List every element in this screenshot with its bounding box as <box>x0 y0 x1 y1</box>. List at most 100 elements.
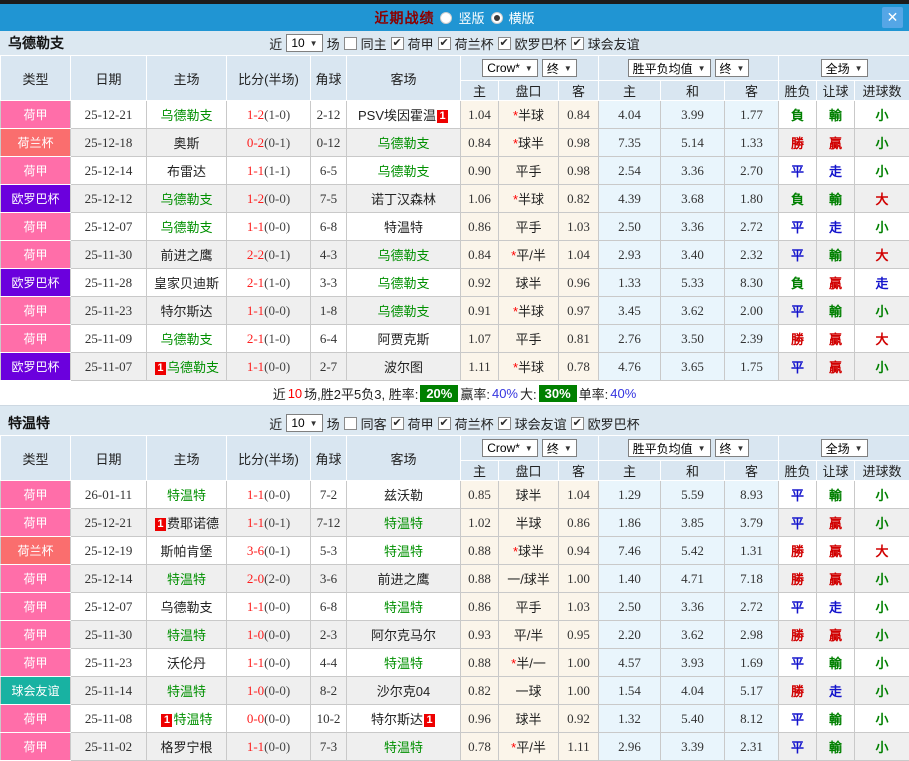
avg-odds-draw: 3.68 <box>661 185 725 213</box>
handicap-home-odds: 0.78 <box>461 733 499 761</box>
league-badge: 欧罗巴杯 <box>1 185 71 213</box>
league-checkbox-2[interactable]: ✔ <box>498 37 511 50</box>
match-row: 荷甲25-12-07乌德勒支1-1(0-0)6-8特温特0.86平手1.032.… <box>1 593 909 621</box>
column-header: 角球 <box>311 436 347 481</box>
chevron-down-icon: ▼ <box>525 64 533 73</box>
scope-select[interactable]: 全场▼ <box>821 59 868 77</box>
avg-odds-home: 2.50 <box>599 593 661 621</box>
handicap-away-odds: 0.86 <box>559 509 599 537</box>
rate-value: 40% <box>492 386 518 401</box>
handicap-away-odds: 0.94 <box>559 537 599 565</box>
column-header: 角球 <box>311 56 347 101</box>
wdl-stage-select[interactable]: 终▼ <box>715 59 750 77</box>
close-icon[interactable]: ✕ <box>882 7 903 28</box>
match-row: 荷甲25-12-07乌德勒支1-1(0-0)6-8特温特0.86平手1.032.… <box>1 213 909 241</box>
odds-company-select[interactable]: Crow*▼ <box>482 439 538 457</box>
wdl-average-select[interactable]: 胜平负均值▼ <box>628 59 711 77</box>
filter-bar: 近10▼场同主✔荷甲✔荷兰杯✔欧罗巴杯✔球会友谊 <box>269 34 639 53</box>
handicap-away-odds: 1.00 <box>559 649 599 677</box>
odds-stage-select[interactable]: 终▼ <box>542 59 577 77</box>
sub-column-header: 客 <box>725 461 779 481</box>
sub-column-header: 胜负 <box>779 81 817 101</box>
match-row: 荷甲25-12-14布雷达1-1(1-1)6-5乌德勒支0.90平手0.982.… <box>1 157 909 185</box>
score: 0-2(0-1) <box>227 129 311 157</box>
avg-odds-away: 2.72 <box>725 213 779 241</box>
handicap-home-odds: 0.96 <box>461 705 499 733</box>
matches-table: 类型日期主场比分(半场)角球客场Crow*▼终▼胜平负均值▼终▼全场▼主盘口客主… <box>0 55 909 381</box>
avg-odds-draw: 4.71 <box>661 565 725 593</box>
handicap-line: *半球 <box>499 353 559 381</box>
avg-odds-away: 3.79 <box>725 509 779 537</box>
handicap-away-odds: 0.97 <box>559 297 599 325</box>
corners: 6-8 <box>311 593 347 621</box>
avg-odds-away: 2.31 <box>725 733 779 761</box>
handicap-line: 平/半 <box>499 621 559 649</box>
summary-text: 单率: <box>579 384 609 403</box>
handicap-line: *平/半 <box>499 241 559 269</box>
odds-company-select[interactable]: Crow*▼ <box>482 59 538 77</box>
wdl-stage-select[interactable]: 终▼ <box>715 439 750 457</box>
corners: 3-3 <box>311 269 347 297</box>
league-checkbox-1[interactable]: ✔ <box>438 417 451 430</box>
handicap-away-odds: 0.81 <box>559 325 599 353</box>
corners: 1-8 <box>311 297 347 325</box>
league-badge: 荷甲 <box>1 621 71 649</box>
column-header: 客场 <box>347 56 461 101</box>
score: 2-1(1-0) <box>227 325 311 353</box>
match-count-select[interactable]: 10▼ <box>286 34 322 52</box>
league-badge: 欧罗巴杯 <box>1 353 71 381</box>
avg-odds-away: 1.80 <box>725 185 779 213</box>
avg-odds-draw: 3.39 <box>661 733 725 761</box>
avg-odds-draw: 3.62 <box>661 621 725 649</box>
goals-result: 小 <box>855 509 909 537</box>
column-header: 类型 <box>1 436 71 481</box>
avg-odds-home: 2.96 <box>599 733 661 761</box>
wdl-result: 平 <box>779 297 817 325</box>
column-header: 客场 <box>347 436 461 481</box>
avg-odds-draw: 3.36 <box>661 593 725 621</box>
avg-odds-away: 8.12 <box>725 705 779 733</box>
home-team: 特温特 <box>147 481 227 509</box>
league-checkbox-0[interactable]: ✔ <box>391 417 404 430</box>
rate-badge: 30% <box>539 385 577 402</box>
avg-odds-away: 1.31 <box>725 537 779 565</box>
team-section-1: 特温特近10▼场同客✔荷甲✔荷兰杯✔球会友谊✔欧罗巴杯类型日期主场比分(半场)角… <box>0 411 909 761</box>
league-checkbox-3[interactable]: ✔ <box>571 417 584 430</box>
avg-odds-home: 2.50 <box>599 213 661 241</box>
odds-stage-select[interactable]: 终▼ <box>542 439 577 457</box>
score: 1-1(1-1) <box>227 157 311 185</box>
home-team: 格罗宁根 <box>147 733 227 761</box>
league-badge: 荷甲 <box>1 325 71 353</box>
match-row: 荷甲25-11-02格罗宁根1-1(0-0)7-3特温特0.78*平/半1.11… <box>1 733 909 761</box>
goals-result: 小 <box>855 481 909 509</box>
avg-odds-draw: 3.65 <box>661 353 725 381</box>
goals-result: 小 <box>855 213 909 241</box>
vertical-layout-radio[interactable] <box>440 12 452 24</box>
home-team: 斯帕肯堡 <box>147 537 227 565</box>
same-venue-checkbox[interactable] <box>344 417 357 430</box>
horizontal-layout-radio[interactable] <box>491 12 503 24</box>
same-venue-checkbox[interactable] <box>344 37 357 50</box>
scope-select[interactable]: 全场▼ <box>821 439 868 457</box>
match-date: 25-11-14 <box>71 677 147 705</box>
corners: 8-2 <box>311 677 347 705</box>
home-team: 特温特 <box>147 621 227 649</box>
column-header: 类型 <box>1 56 71 101</box>
chevron-down-icon: ▼ <box>310 419 318 428</box>
avg-odds-home: 4.04 <box>599 101 661 129</box>
score: 1-0(0-0) <box>227 621 311 649</box>
same-venue-label: 同主 <box>361 34 387 53</box>
match-row: 欧罗巴杯25-11-28皇家贝迪斯2-1(1-0)3-3乌德勒支0.92球半0.… <box>1 269 909 297</box>
league-checkbox-2[interactable]: ✔ <box>498 417 511 430</box>
handicap-home-odds: 0.88 <box>461 649 499 677</box>
away-team: 诺丁汉森林 <box>347 185 461 213</box>
handicap-result: 贏 <box>817 537 855 565</box>
league-checkbox-3[interactable]: ✔ <box>571 37 584 50</box>
avg-odds-home: 1.54 <box>599 677 661 705</box>
match-count-select[interactable]: 10▼ <box>286 414 322 432</box>
corners: 0-12 <box>311 129 347 157</box>
goals-result: 小 <box>855 705 909 733</box>
league-checkbox-1[interactable]: ✔ <box>438 37 451 50</box>
league-checkbox-0[interactable]: ✔ <box>391 37 404 50</box>
wdl-average-select[interactable]: 胜平负均值▼ <box>628 439 711 457</box>
